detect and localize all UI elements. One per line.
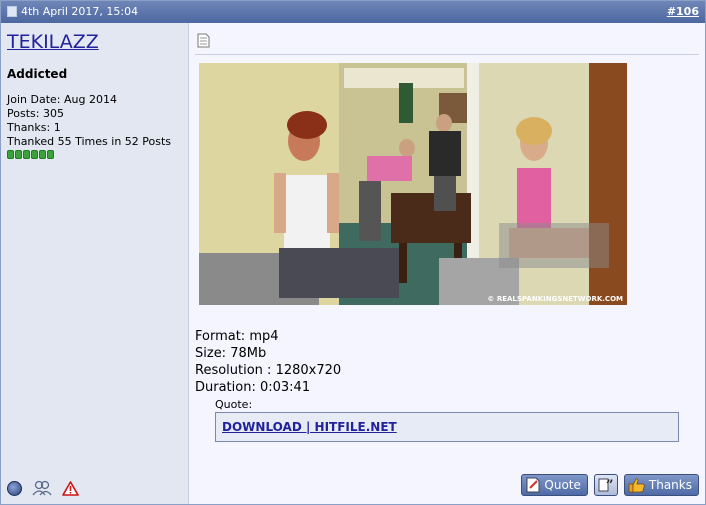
quote-icon	[526, 477, 540, 493]
thanked-count: Thanked 55 Times in 52 Posts	[7, 135, 172, 148]
thanks-button-label: Thanks	[648, 478, 692, 492]
download-link[interactable]: DOWNLOAD | HITFILE.NET	[222, 420, 397, 434]
user-info: Join Date: Aug 2014 Posts: 305 Thanks: 1…	[7, 93, 171, 159]
online-status-icon	[7, 480, 22, 496]
user-sidebar: TEKILAZZ Addicted Join Date: Aug 2014 Po…	[1, 23, 189, 504]
user-action-icons	[7, 480, 79, 496]
quote-button-label: Quote	[544, 478, 581, 492]
post-number-link[interactable]: #106	[667, 5, 699, 18]
reputation-bar	[7, 150, 171, 159]
multiquote-button[interactable]: ”	[593, 474, 618, 496]
resolution-line: Resolution : 1280x720	[195, 363, 342, 378]
reputation-pip	[7, 150, 14, 159]
post-separator	[195, 54, 699, 55]
user-title: Addicted	[7, 67, 68, 81]
post-header: 4th April 2017, 15:04 #106	[1, 1, 705, 23]
post-actions: Quote ” Thanks	[521, 474, 699, 496]
reputation-pip	[47, 150, 54, 159]
user-profile-icon[interactable]	[32, 480, 52, 496]
svg-text:”: ”	[606, 478, 613, 493]
quote-button[interactable]: Quote	[521, 474, 588, 496]
reputation-pip	[23, 150, 30, 159]
post-body: © REALSPANKINGSNETWORK.COM Format: mp4 S…	[189, 23, 705, 504]
reputation-pip	[15, 150, 22, 159]
reputation-pip	[31, 150, 38, 159]
post-number: #106	[667, 5, 699, 18]
username-link[interactable]: TEKILAZZ	[7, 31, 99, 53]
join-date: Join Date: Aug 2014	[7, 93, 117, 106]
size-line: Size: 78Mb	[195, 346, 267, 361]
post-icon	[197, 33, 210, 48]
report-icon[interactable]	[62, 480, 79, 496]
post-date-text: 4th April 2017, 15:04	[21, 5, 139, 18]
multiquote-icon: ”	[598, 478, 613, 493]
thumbs-up-icon	[628, 478, 645, 493]
duration-line: Duration: 0:03:41	[195, 380, 311, 395]
quote-box: DOWNLOAD | HITFILE.NET	[215, 412, 679, 442]
post-icon	[7, 6, 17, 17]
image-watermark: © REALSPANKINGSNETWORK.COM	[487, 295, 623, 303]
thanks-button[interactable]: Thanks	[623, 474, 699, 496]
video-screenshot-art	[199, 63, 627, 305]
video-screenshot[interactable]: © REALSPANKINGSNETWORK.COM	[199, 63, 627, 305]
post-date: 4th April 2017, 15:04	[7, 5, 138, 18]
quote-label: Quote:	[215, 398, 253, 411]
post-count: Posts: 305	[7, 107, 64, 120]
video-details: Format: mp4 Size: 78Mb Resolution : 1280…	[195, 328, 341, 396]
forum-post: 4th April 2017, 15:04 #106 TEKILAZZ Addi…	[0, 0, 706, 505]
reputation-pip	[39, 150, 46, 159]
thanks-count: Thanks: 1	[7, 121, 61, 134]
format-line: Format: mp4	[195, 329, 279, 344]
